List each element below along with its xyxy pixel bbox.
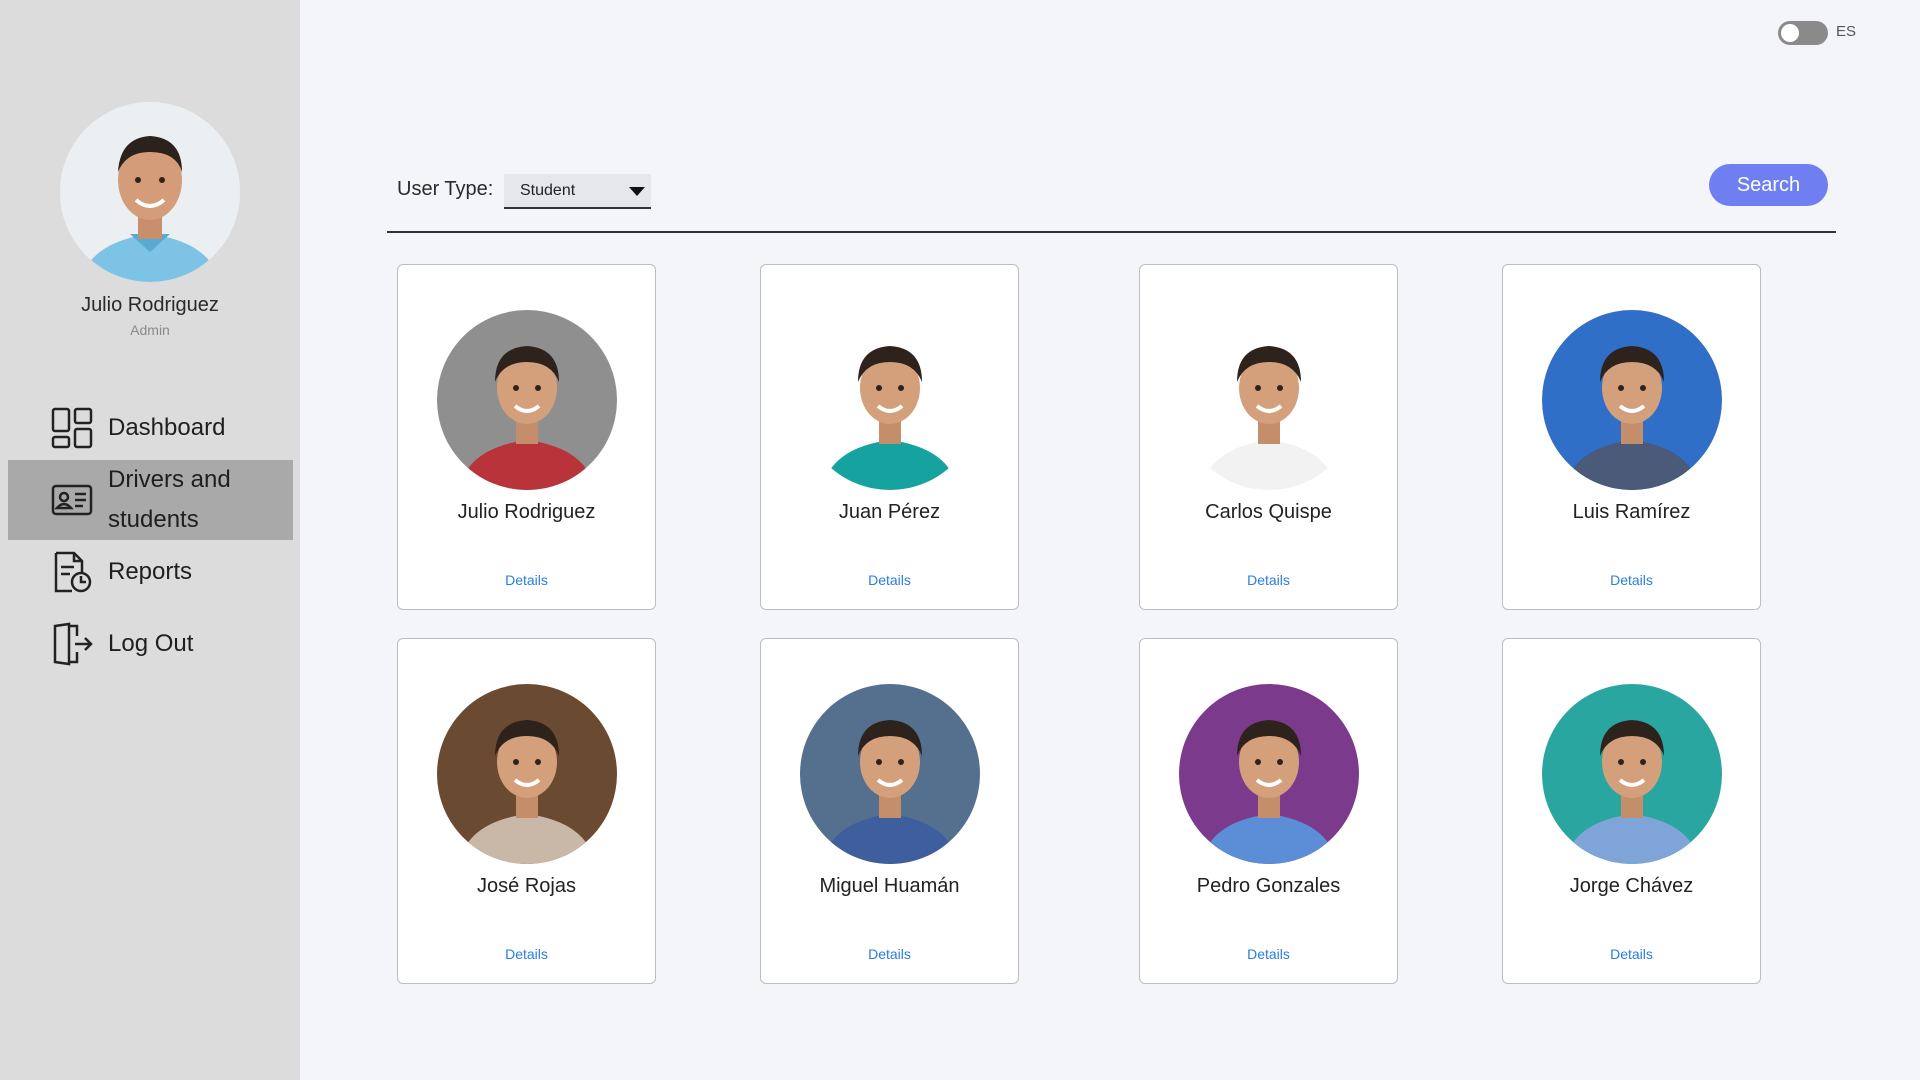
user-photo (1179, 310, 1359, 490)
profile-role: Admin (130, 322, 170, 338)
sidebar-item-dashboard[interactable]: Dashboard (8, 400, 293, 456)
user-photo (800, 684, 980, 864)
user-type-label: User Type: (397, 178, 494, 200)
user-photo (437, 684, 617, 864)
sidebar: Julio Rodriguez Admin Dashboard Drivers … (0, 0, 300, 1080)
details-link[interactable]: Details (1503, 946, 1760, 962)
user-card: Carlos Quispe Details (1139, 264, 1398, 610)
logout-icon (50, 622, 94, 666)
sidebar-item-logout[interactable]: Log Out (8, 616, 293, 672)
user-card: José Rojas Details (397, 638, 656, 984)
sidebar-item-label: Drivers and students (108, 466, 231, 533)
sidebar-item-drivers-and-students[interactable]: Drivers and students (8, 460, 293, 540)
details-link[interactable]: Details (1503, 572, 1760, 588)
user-photo (800, 310, 980, 490)
details-link[interactable]: Details (761, 946, 1018, 962)
user-card: Pedro Gonzales Details (1139, 638, 1398, 984)
user-name: Julio Rodriguez (457, 501, 596, 523)
user-photo (1542, 310, 1722, 490)
user-photo (437, 310, 617, 490)
details-link[interactable]: Details (1140, 946, 1397, 962)
sidebar-item-label: Log Out (108, 630, 194, 657)
details-link[interactable]: Details (1140, 572, 1397, 588)
user-card: Luis Ramírez Details (1502, 264, 1761, 610)
user-name: Carlos Quispe (1205, 501, 1332, 523)
user-name: Juan Pérez (838, 501, 941, 523)
user-photo (1179, 684, 1359, 864)
avatar (60, 102, 240, 282)
sidebar-item-label: Dashboard (108, 414, 226, 441)
user-name: Pedro Gonzales (1196, 875, 1341, 897)
chevron-down-icon (629, 187, 645, 196)
sidebar-item-label: Reports (108, 558, 193, 585)
user-name: Jorge Chávez (1569, 875, 1694, 897)
user-photo (1542, 684, 1722, 864)
user-type-select[interactable]: Student (504, 174, 651, 209)
user-name: José Rojas (477, 875, 576, 897)
user-card: Juan Pérez Details (760, 264, 1019, 610)
user-card: Jorge Chávez Details (1502, 638, 1761, 984)
user-card: Miguel Huamán Details (760, 638, 1019, 984)
details-link[interactable]: Details (398, 572, 655, 588)
report-icon (50, 550, 94, 594)
user-card: Julio Rodriguez Details (397, 264, 656, 610)
language-label: ES (1836, 23, 1857, 40)
details-link[interactable]: Details (398, 946, 655, 962)
language-toggle[interactable] (1778, 21, 1828, 45)
user-name: Luis Ramírez (1572, 501, 1691, 523)
sidebar-item-reports[interactable]: Reports (8, 546, 293, 598)
search-button[interactable]: Search (1709, 164, 1828, 206)
user-type-value: Student (520, 181, 576, 199)
details-link[interactable]: Details (761, 572, 1018, 588)
divider (387, 231, 1836, 233)
toggle-knob (1781, 24, 1799, 42)
avatar-image (60, 102, 240, 282)
dashboard-icon (50, 406, 94, 450)
id-card-icon (50, 478, 94, 522)
app: Julio Rodriguez Admin Dashboard Drivers … (0, 0, 1920, 1080)
profile-name: Julio Rodriguez (81, 294, 219, 316)
user-name: Miguel Huamán (819, 875, 960, 897)
